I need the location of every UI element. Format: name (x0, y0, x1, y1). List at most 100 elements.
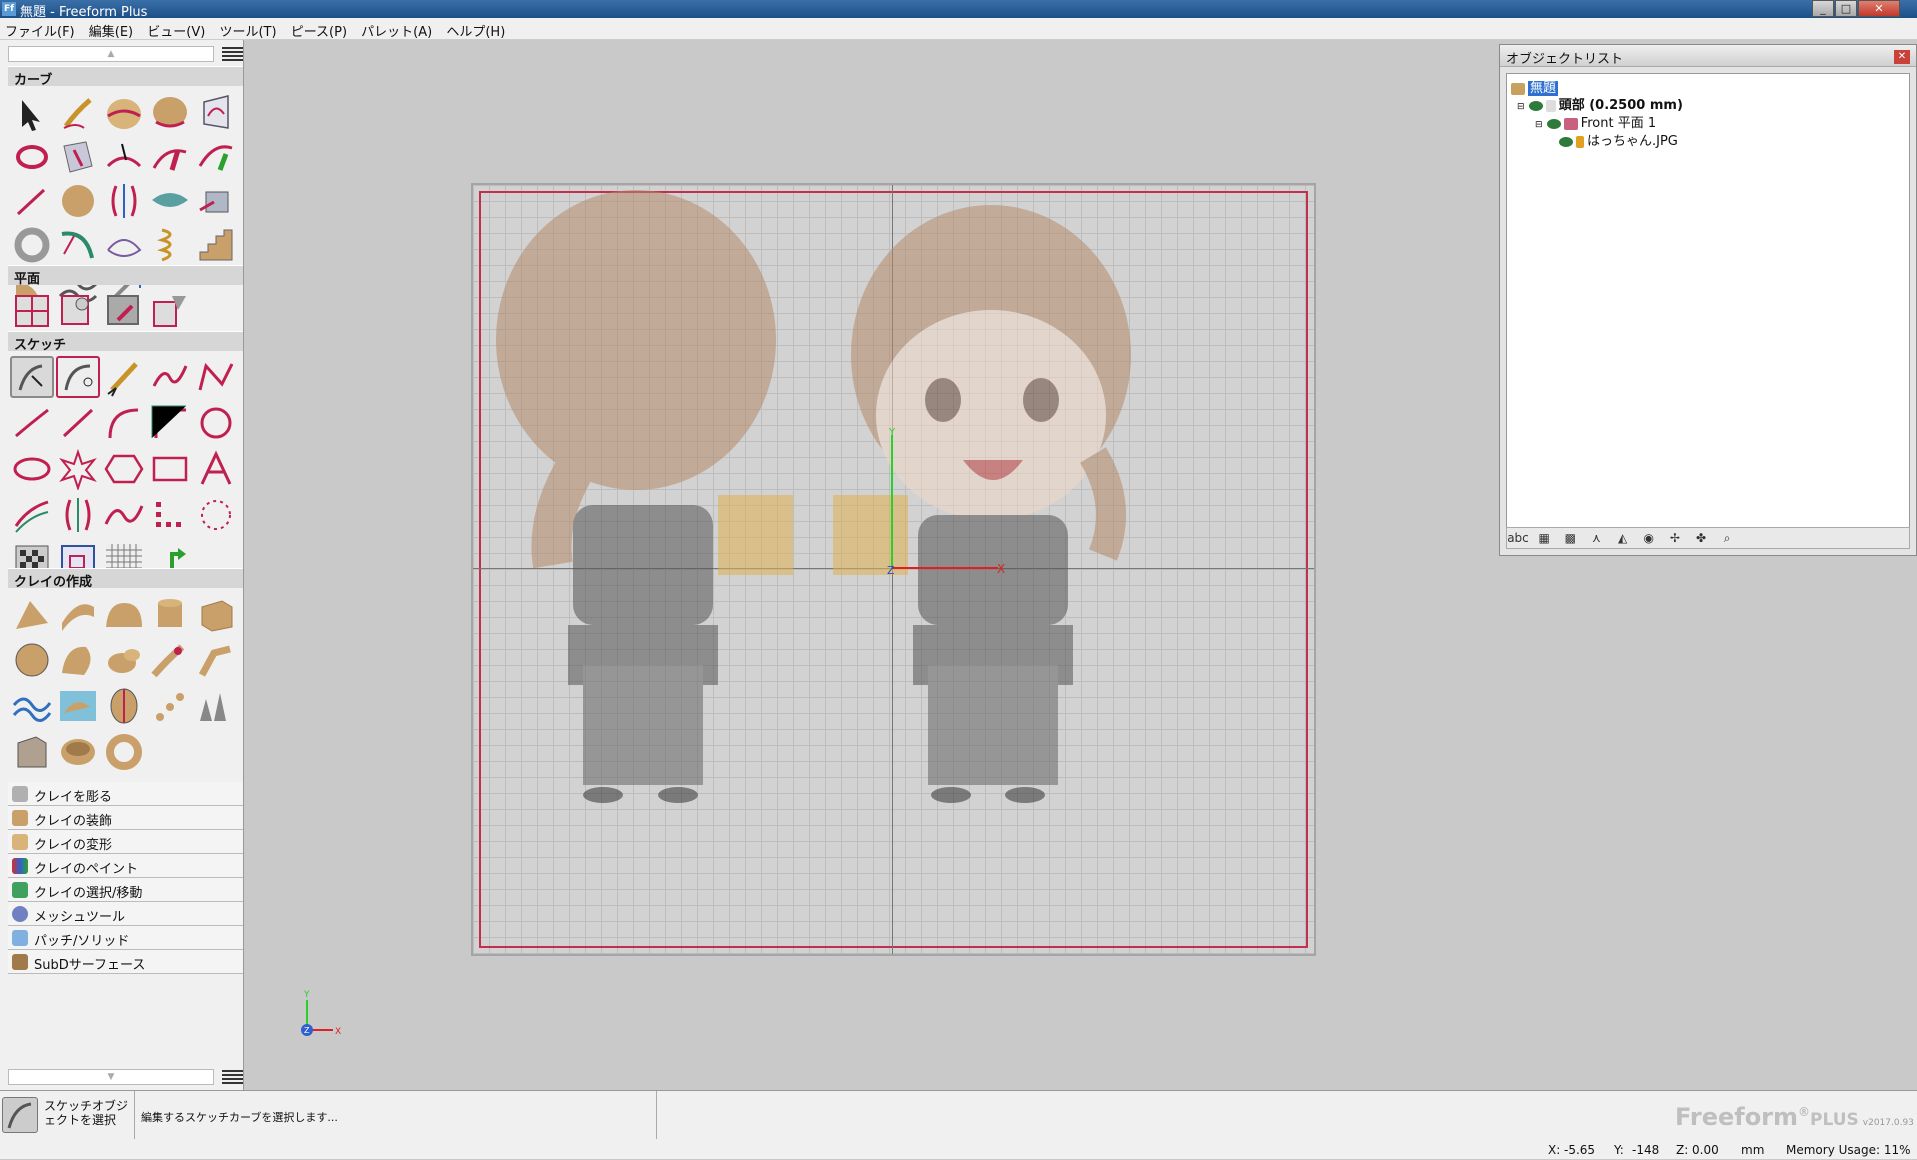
close-button[interactable]: ✕ (1858, 0, 1900, 17)
search-icon[interactable]: ⌕ (1716, 528, 1738, 548)
scroll-down-button[interactable]: ▼ (8, 1069, 214, 1085)
category-clay-deform[interactable]: クレイの変形 (8, 830, 243, 854)
eye-visible-icon[interactable] (1528, 100, 1543, 111)
clay-blob-icon[interactable] (102, 593, 146, 635)
tree-piece[interactable]: ⊟ 頭部 (0.2500 mm) (1517, 94, 1683, 113)
plane-move-icon[interactable] (56, 290, 100, 332)
sketch-rectangle-icon[interactable] (148, 448, 192, 490)
section-clay-create[interactable]: クレイの作成 (8, 568, 243, 590)
sketch-pencil-icon[interactable] (102, 356, 146, 398)
sketch-arc-icon[interactable] (102, 402, 146, 444)
plane-curve-icon[interactable] (194, 92, 238, 134)
tree-image[interactable]: はっちゃん.JPG (1559, 130, 1678, 149)
category-clay-paint[interactable]: クレイのペイント (8, 854, 243, 878)
sketch-arrow-line-icon[interactable] (10, 402, 54, 444)
clay-extrude-icon[interactable] (10, 593, 54, 635)
pencil-curve-icon[interactable] (56, 92, 100, 134)
clay-wave-icon[interactable] (10, 685, 54, 727)
mirror-curve-icon[interactable] (102, 180, 146, 222)
sketch-points-icon[interactable] (148, 494, 192, 536)
sketch-line-icon[interactable] (56, 402, 100, 444)
sketch-ellipse-icon[interactable] (10, 448, 54, 490)
piece-icon[interactable]: ▦ (1533, 528, 1555, 548)
plane-grid-icon[interactable] (10, 290, 54, 332)
category-clay-decorate[interactable]: クレイの装飾 (8, 806, 243, 830)
plane-light-icon[interactable] (148, 290, 192, 332)
clay-soft-icon[interactable] (102, 639, 146, 681)
category-clay-select-move[interactable]: クレイの選択/移動 (8, 878, 243, 902)
category-mesh-tools[interactable]: メッシュツール (8, 902, 243, 926)
sketch-star-icon[interactable] (56, 448, 100, 492)
clay-sweep-icon[interactable] (56, 593, 100, 635)
stairs-icon[interactable] (194, 224, 238, 266)
curve-arrow-icon[interactable] (102, 136, 146, 178)
clay-tube-icon[interactable] (148, 639, 192, 681)
clay-sphere-icon[interactable] (10, 639, 54, 681)
move-icon[interactable]: ✢ (1664, 528, 1686, 548)
swoop-curve-icon[interactable] (56, 224, 100, 266)
clay-loft-icon[interactable] (56, 639, 100, 681)
category-clay-sculpt[interactable]: クレイを彫る (8, 782, 243, 806)
subd-icon (12, 954, 28, 970)
section-sketch[interactable]: スケッチ (8, 331, 243, 353)
curve-icon[interactable]: ◭ (1612, 528, 1634, 548)
clay-wall-icon[interactable] (10, 731, 54, 773)
plane-icon[interactable]: ▩ (1559, 528, 1581, 548)
plane-delete-icon[interactable] (102, 290, 146, 332)
mesh-icon[interactable]: ◉ (1638, 528, 1660, 548)
split-curve-icon[interactable] (102, 224, 146, 266)
sketch-hexagon-icon[interactable] (102, 448, 146, 490)
select-arrow-icon[interactable] (10, 92, 54, 134)
clay-cylinder-icon[interactable] (148, 593, 192, 635)
clay-face-icon[interactable] (102, 685, 146, 727)
clay-spikes-icon[interactable] (194, 685, 238, 727)
clay-image-icon[interactable] (56, 685, 100, 727)
surface-curve-icon[interactable] (148, 180, 192, 222)
category-subd-surface[interactable]: SubDサーフェース (8, 950, 243, 974)
sketch-polyline-icon[interactable] (194, 356, 238, 398)
clay-curve2-icon[interactable] (148, 92, 192, 134)
minimize-button[interactable]: _ (1812, 0, 1834, 17)
eye-visible-icon[interactable] (1546, 118, 1561, 129)
section-plane[interactable]: 平面 (8, 265, 243, 287)
box-curve-icon[interactable] (194, 180, 238, 222)
clay-chain-icon[interactable] (148, 685, 192, 727)
sketch-mirror-icon[interactable] (56, 494, 100, 536)
sketch-edit-icon[interactable] (56, 356, 100, 398)
category-patch-solid[interactable]: パッチ/ソリッド (8, 926, 243, 950)
clay-bowl-icon[interactable] (56, 731, 100, 773)
maximize-button[interactable]: □ (1835, 0, 1857, 17)
front-plane-canvas[interactable]: X Y Z (471, 183, 1316, 956)
paint-icon[interactable]: ✤ (1690, 528, 1712, 548)
project-curve-icon[interactable] (56, 136, 100, 178)
palette-menu-icon[interactable] (222, 47, 243, 61)
loop-curve-icon[interactable] (10, 136, 54, 178)
sketch-circle-icon[interactable] (194, 402, 238, 444)
palette-menu-bottom-icon[interactable] (222, 1070, 243, 1084)
section-curve[interactable]: カーブ (8, 66, 243, 88)
clay-bend-icon[interactable] (194, 639, 238, 681)
sketch-spline-icon[interactable] (148, 356, 192, 398)
clay-box-icon[interactable] (194, 593, 238, 635)
axis-icon[interactable]: ⋏ (1585, 528, 1607, 548)
clay-curve-icon[interactable] (102, 92, 146, 134)
eye-visible-icon[interactable] (1559, 136, 1573, 147)
rename-text-button[interactable]: abc (1507, 528, 1529, 548)
sketch-trim-icon[interactable] (102, 494, 146, 536)
curve-move-icon[interactable] (148, 136, 192, 178)
scroll-up-button[interactable]: ▲ (8, 46, 214, 62)
sketch-text-icon[interactable] (194, 448, 238, 490)
sketch-fillet-icon[interactable] (148, 402, 192, 444)
clay-torus-icon[interactable] (102, 731, 146, 773)
ring-icon[interactable] (10, 224, 54, 266)
tree-plane[interactable]: ⊟ Front 平面 1 (1535, 112, 1656, 131)
object-list-close-button[interactable]: ✕ (1894, 50, 1910, 64)
sketch-offset-icon[interactable] (10, 494, 54, 536)
sketch-select-icon[interactable] (10, 356, 54, 398)
sphere-icon[interactable] (56, 180, 100, 222)
spring-curve-icon[interactable] (148, 224, 192, 266)
line-curve-icon[interactable] (10, 180, 54, 222)
sketch-pattern-icon[interactable] (194, 494, 238, 536)
curve-green-icon[interactable] (194, 136, 238, 178)
y-label: Y: (1614, 1143, 1624, 1157)
